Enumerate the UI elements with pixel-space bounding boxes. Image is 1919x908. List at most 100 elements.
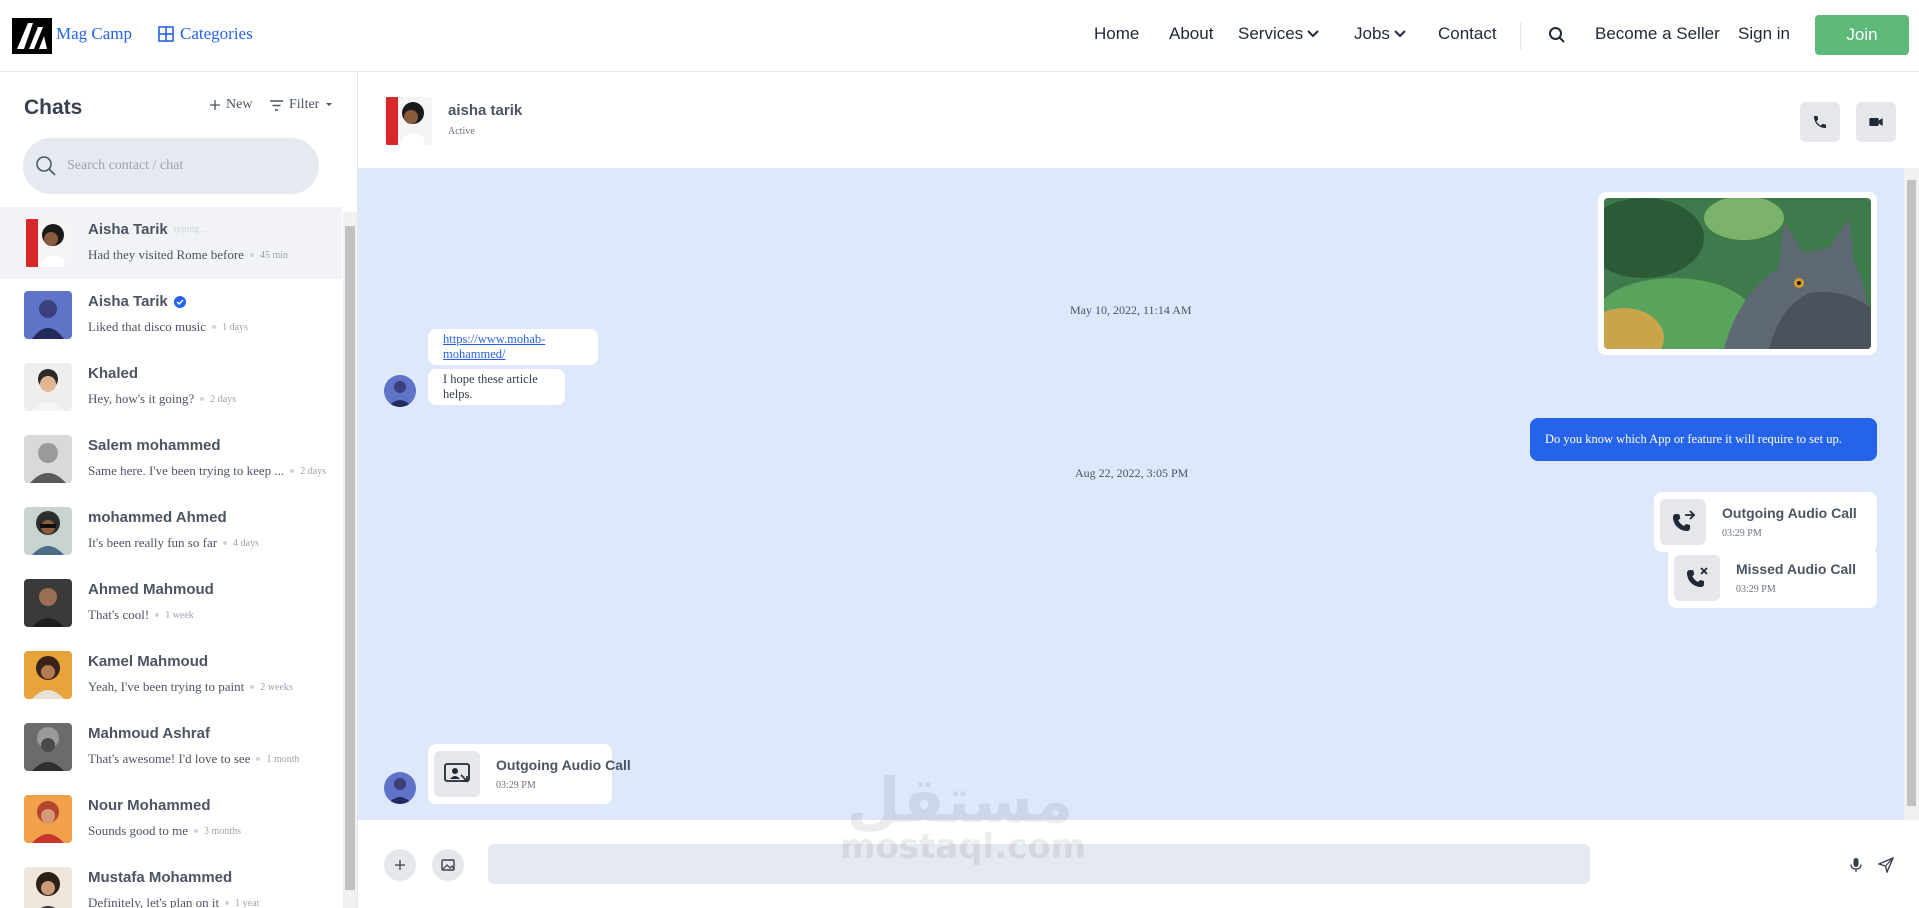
message-time: 1 week: [165, 609, 194, 621]
dot-separator: [200, 397, 205, 401]
call-log-item[interactable]: Outgoing Audio Call 03:29 PM: [428, 744, 631, 804]
become-seller-link[interactable]: Become a Seller: [1595, 24, 1720, 44]
last-message: Yeah, I've been trying to paint: [88, 679, 245, 694]
nav-jobs[interactable]: Jobs: [1354, 24, 1407, 44]
message-time: 1 year: [235, 897, 260, 908]
link-message: https://www.mohab-mohammed/: [428, 329, 598, 365]
nav-about[interactable]: About: [1169, 24, 1213, 44]
dot-separator: [290, 469, 295, 473]
contact-preview: It's been really fun so far 4 days: [88, 535, 259, 551]
contact-preview: Hey, how's it going? 2 days: [88, 391, 236, 407]
search-contact-input[interactable]: [67, 158, 287, 174]
avatar: [24, 579, 72, 627]
categories-link[interactable]: Categories: [158, 24, 253, 44]
video-camera-icon: [1868, 114, 1884, 130]
nav-services[interactable]: Services: [1238, 24, 1320, 44]
brand-name[interactable]: Mag Camp: [56, 24, 132, 44]
contact-preview: Liked that disco music 1 days: [88, 319, 248, 335]
nav-contact[interactable]: Contact: [1438, 24, 1497, 44]
new-chat-button[interactable]: New: [210, 97, 252, 113]
join-button[interactable]: Join: [1815, 15, 1909, 55]
chat-contact-name: aisha tarik: [448, 102, 523, 119]
message-time: 45 min: [259, 249, 289, 261]
plus-icon: [394, 859, 406, 871]
outgoing-call-icon: [1660, 499, 1706, 545]
cat-photo: [1604, 198, 1871, 349]
contact-preview: Had they visited Rome before 45 min: [88, 247, 288, 263]
avatar[interactable]: [384, 97, 432, 145]
video-call-button[interactable]: [1856, 102, 1896, 142]
contact-item[interactable]: Mahmoud Ashraf That's awesome! I'd love …: [0, 711, 342, 783]
typing-status: typing ...: [173, 224, 210, 235]
scrollbar-thumb[interactable]: [1907, 180, 1916, 806]
contact-name: mohammed Ahmed: [88, 509, 227, 526]
scrollbar-thumb[interactable]: [345, 226, 355, 890]
chevron-down-icon: [1306, 27, 1320, 41]
nav-services-label: Services: [1238, 24, 1304, 43]
contact-item[interactable]: Mustafa Mohammed Definitely, let's plan …: [0, 855, 342, 908]
message-text: Do you know which App or feature it will…: [1545, 432, 1842, 446]
dot-separator: [256, 757, 261, 761]
contact-name-row: Mustafa Mohammed: [88, 869, 232, 886]
contact-item[interactable]: Kamel Mahmoud Yeah, I've been trying to …: [0, 639, 342, 711]
call-log-item[interactable]: Missed Audio Call 03:29 PM: [1668, 548, 1877, 608]
contact-name-row: Ahmed Mahmoud: [88, 581, 214, 598]
nav-jobs-label: Jobs: [1354, 24, 1390, 43]
avatar: [24, 291, 72, 339]
chats-sidebar: Chats New Filter Aisha Tarik typing ... …: [0, 72, 358, 908]
call-log-item[interactable]: Outgoing Audio Call 03:29 PM: [1654, 492, 1877, 552]
message-time: 3 months: [204, 825, 241, 837]
verified-badge-icon: [173, 295, 186, 308]
chat-scrollbar[interactable]: [1904, 168, 1919, 820]
contact-name: Ahmed Mahmoud: [88, 581, 214, 598]
add-image-button[interactable]: [432, 849, 464, 881]
new-chat-label: New: [226, 97, 253, 112]
contact-item[interactable]: Aisha Tarik Liked that disco music 1 day…: [0, 279, 342, 351]
avatar: [24, 363, 72, 411]
sidebar-scrollbar[interactable]: [343, 212, 357, 908]
message-link[interactable]: https://www.mohab-mohammed/: [443, 332, 583, 362]
phone-icon: [1812, 114, 1828, 130]
last-message: It's been really fun so far: [88, 535, 218, 550]
avatar: [24, 435, 72, 483]
add-attachment-button[interactable]: [384, 849, 416, 881]
contact-item[interactable]: Khaled Hey, how's it going? 2 days: [0, 351, 342, 423]
message-text: I hope these article helps.: [443, 372, 538, 401]
dot-separator: [155, 613, 160, 617]
nav-home[interactable]: Home: [1094, 24, 1139, 44]
dot-separator: [225, 901, 230, 905]
last-message: Liked that disco music: [88, 319, 207, 334]
contact-name: Aisha Tarik: [88, 293, 168, 310]
chat-header: aisha tarik Active: [358, 72, 1919, 168]
contact-item[interactable]: mohammed Ahmed It's been really fun so f…: [0, 495, 342, 567]
last-message: Had they visited Rome before: [88, 247, 244, 262]
contact-item[interactable]: Ahmed Mahmoud That's cool! 1 week: [0, 567, 342, 639]
contact-preview: Definitely, let's plan on it 1 year: [88, 895, 260, 908]
top-navbar: Mag Camp Categories Home About Services …: [0, 0, 1919, 72]
audio-call-button[interactable]: [1800, 102, 1840, 142]
contact-item[interactable]: Salem mohammed Same here. I've been tryi…: [0, 423, 342, 495]
contact-name-row: Salem mohammed: [88, 437, 221, 454]
last-message: Hey, how's it going?: [88, 391, 195, 406]
contact-item[interactable]: Aisha Tarik typing ... Had they visited …: [0, 207, 342, 279]
image-icon: [441, 858, 455, 872]
plus-icon: [210, 100, 220, 110]
dot-separator: [194, 829, 199, 833]
contact-name: Aisha Tarik: [88, 221, 168, 238]
contact-item[interactable]: Nour Mohammed Sounds good to me 3 months: [0, 783, 342, 855]
dot-separator: [249, 253, 254, 257]
last-message: That's cool!: [88, 607, 150, 622]
nav-divider: [1520, 22, 1521, 50]
brand-logo[interactable]: [12, 18, 52, 54]
microphone-icon[interactable]: [1846, 855, 1866, 875]
image-message[interactable]: [1598, 192, 1877, 355]
contact-list: Aisha Tarik typing ... Had they visited …: [0, 207, 342, 908]
search-icon[interactable]: [1548, 26, 1566, 44]
contact-name-row: Nour Mohammed: [88, 797, 211, 814]
dot-separator: [250, 685, 255, 689]
filter-button[interactable]: Filter: [270, 97, 333, 113]
sign-in-link[interactable]: Sign in: [1738, 24, 1790, 44]
message-input[interactable]: [488, 844, 1590, 884]
send-icon[interactable]: [1876, 855, 1896, 875]
chevron-down-icon: [1393, 27, 1407, 41]
